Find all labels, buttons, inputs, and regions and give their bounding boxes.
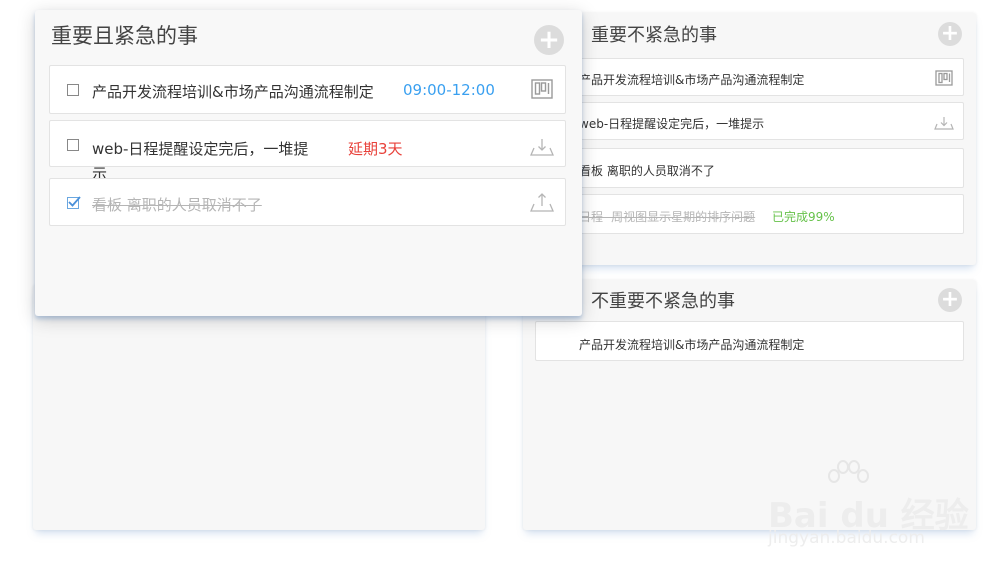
quadrant-important-not-urgent: 重要不紧急的事 + 产品开发流程培训&市场产品沟通流程制定 web-日程提醒设定…	[523, 13, 976, 265]
add-task-button[interactable]: +	[534, 25, 564, 55]
task-text: 产品开发流程培训&市场产品沟通流程制定	[92, 83, 374, 101]
task-time: 09:00-12:00	[403, 81, 495, 99]
task-checkbox[interactable]	[67, 139, 79, 151]
upload-icon[interactable]	[530, 191, 554, 213]
quadrant-left-bottom-card	[33, 285, 485, 530]
add-task-button[interactable]: +	[938, 22, 962, 46]
delay-tag: 延期3天	[348, 140, 403, 158]
checkmark-icon	[68, 196, 81, 207]
task-row[interactable]: 产品开发流程培训&市场产品沟通流程制定	[535, 321, 964, 361]
add-task-button[interactable]: +	[938, 288, 962, 312]
task-text: web-日程提醒设定完后，一堆提示	[579, 117, 765, 131]
quadrant-important-urgent: 重要且紧急的事 + 产品开发流程培训&市场产品沟通流程制定 09:00-12:0…	[35, 10, 582, 316]
task-text: 看板 离职的人员取消不了	[92, 196, 262, 214]
task-row[interactable]: 看板 离职的人员取消不了	[49, 178, 566, 226]
task-row[interactable]: 看板 离职的人员取消不了	[535, 148, 964, 188]
download-icon[interactable]	[934, 115, 954, 131]
quadrant-title: 重要且紧急的事	[51, 24, 198, 48]
task-row[interactable]: 产品开发流程培训&市场产品沟通流程制定 09:00-12:00	[49, 65, 566, 114]
kanban-icon[interactable]	[531, 79, 553, 99]
task-text: 日程- 周视图显示星期的排序问题	[579, 210, 756, 224]
quadrant-title: 不重要不紧急的事	[591, 291, 735, 312]
task-text: 产品开发流程培训&市场产品沟通流程制定	[579, 73, 805, 87]
task-row[interactable]: web-日程提醒设定完后，一堆提 示 延期3天	[49, 120, 566, 183]
kanban-icon[interactable]	[935, 70, 953, 86]
download-icon[interactable]	[530, 137, 554, 157]
watermark-url: jingyan.baidu.com	[768, 528, 925, 548]
task-row[interactable]: 产品开发流程培训&市场产品沟通流程制定	[535, 58, 964, 96]
quadrant-title: 重要不紧急的事	[591, 25, 717, 46]
task-row[interactable]: 日程- 周视图显示星期的排序问题 已完成99%	[535, 194, 964, 234]
completion-status: 已完成99%	[772, 210, 835, 224]
task-checkbox[interactable]	[67, 196, 81, 209]
task-row[interactable]: web-日程提醒设定完后，一堆提示	[535, 102, 964, 140]
task-text: web-日程提醒设定完后，一堆提	[92, 140, 309, 158]
task-text: 看板 离职的人员取消不了	[579, 164, 715, 178]
task-text: 产品开发流程培训&市场产品沟通流程制定	[579, 338, 805, 352]
task-checkbox[interactable]	[67, 84, 79, 96]
